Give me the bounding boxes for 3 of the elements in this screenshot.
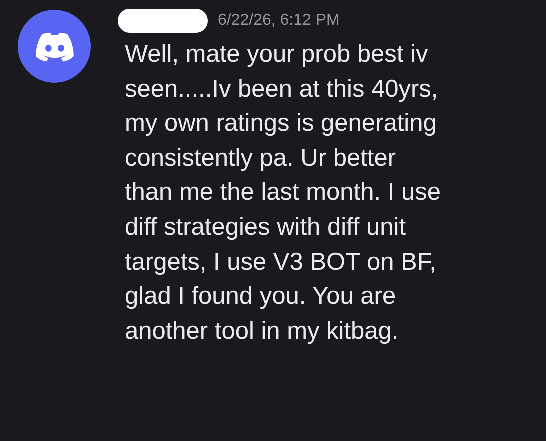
message-text: Well, mate your prob best iv seen.....Iv been at this 40yrs, my own ratings is generating consistently pa. Ur better than me the last month. I use diff strategies with diff unit targets, I use V3 BOT on BF, glad I found you. You are another tool in my kitbag. <box>125 40 441 347</box>
timestamp: 6/22/26, 6:12 PM <box>218 12 340 30</box>
controller-icon <box>34 30 76 62</box>
